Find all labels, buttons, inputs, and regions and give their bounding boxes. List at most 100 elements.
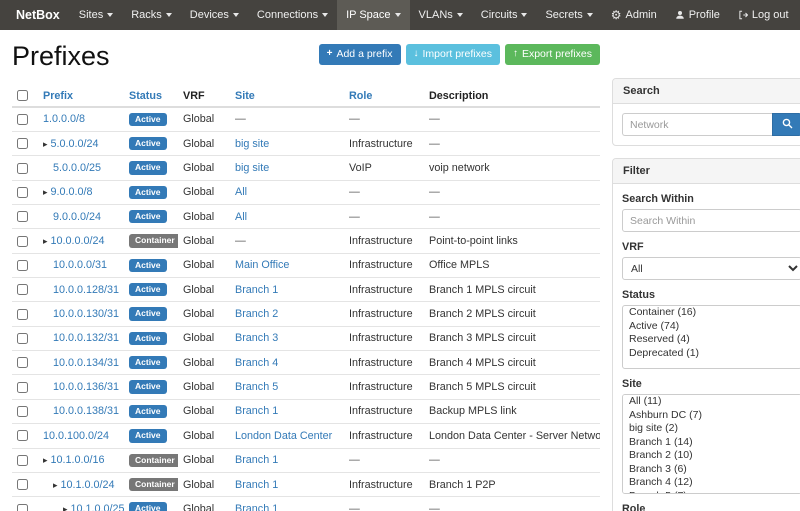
prefix-link[interactable]: 5.0.0.0/25 [53, 162, 101, 174]
search-input[interactable] [622, 113, 772, 136]
row-checkbox[interactable] [17, 211, 28, 222]
nav-item-vlans[interactable]: VLANs [410, 0, 472, 30]
row-checkbox[interactable] [17, 284, 28, 295]
prefix-link[interactable]: 10.0.0.134/31 [53, 357, 119, 369]
vrf-select[interactable]: All [622, 257, 800, 280]
site-filter-list[interactable]: All (11)Ashburn DC (7)big site (2)Branch… [622, 394, 800, 494]
row-checkbox[interactable] [17, 479, 28, 490]
nav-item-label: Connections [257, 0, 318, 30]
add-a-prefix-button[interactable]: +Add a prefix [319, 44, 401, 65]
filter-option[interactable]: Branch 4 (12) [623, 476, 800, 490]
nav-item-ip-space[interactable]: IP Space [337, 0, 409, 30]
column-header-status[interactable]: Status [124, 86, 178, 107]
prefix-link[interactable]: 10.0.0.130/31 [53, 308, 119, 320]
prefix-link[interactable]: 10.1.0.0/16 [51, 454, 105, 466]
search-within-input[interactable] [622, 209, 800, 232]
prefix-link[interactable]: 10.0.0.136/31 [53, 381, 119, 393]
table-row: 1.0.0.0/8ActiveGlobal——— [12, 107, 600, 132]
site-link[interactable]: Main Office [235, 259, 289, 271]
filter-option[interactable]: Active (74) [623, 320, 800, 334]
site-link[interactable]: Branch 1 [235, 479, 278, 491]
expand-caret-icon: ▸ [43, 236, 48, 246]
site-link[interactable]: Branch 2 [235, 308, 278, 320]
column-header-role[interactable]: Role [344, 86, 424, 107]
filter-option[interactable]: Branch 5 (7) [623, 490, 800, 495]
row-checkbox[interactable] [17, 333, 28, 344]
prefix-link[interactable]: 10.0.0.132/31 [53, 332, 119, 344]
site-link[interactable]: Branch 1 [235, 454, 278, 466]
row-checkbox[interactable] [17, 382, 28, 393]
site-link[interactable]: London Data Center [235, 430, 332, 442]
prefix-link[interactable]: 10.0.0.0/24 [51, 235, 105, 247]
column-header-site[interactable]: Site [230, 86, 344, 107]
row-checkbox[interactable] [17, 260, 28, 271]
site-link[interactable]: Branch 4 [235, 357, 278, 369]
filter-option[interactable]: Deprecated (1) [623, 347, 800, 361]
status-badge: Container [129, 234, 178, 247]
nav-item-secrets[interactable]: Secrets [536, 0, 601, 30]
site-link[interactable]: Branch 5 [235, 381, 278, 393]
column-header-prefix[interactable]: Prefix [38, 86, 124, 107]
row-checkbox[interactable] [17, 163, 28, 174]
chevron-down-icon [233, 13, 239, 17]
site-link[interactable]: big site [235, 138, 269, 150]
filter-option[interactable]: Branch 1 (14) [623, 436, 800, 450]
prefix-link[interactable]: 10.0.100.0/24 [43, 430, 109, 442]
row-checkbox[interactable] [17, 138, 28, 149]
nav-admin[interactable]: ⚙Admin [602, 0, 666, 30]
row-checkbox[interactable] [17, 357, 28, 368]
row-checkbox[interactable] [17, 406, 28, 417]
row-checkbox[interactable] [17, 187, 28, 198]
row-checkbox[interactable] [17, 504, 28, 511]
select-all-checkbox[interactable] [17, 90, 28, 101]
prefix-link[interactable]: 10.1.0.0/24 [61, 479, 115, 491]
top-navbar: NetBox SitesRacks Devices Connections IP Sp… [0, 0, 800, 30]
brand-link[interactable]: NetBox [6, 0, 70, 30]
site-link[interactable]: Branch 1 [235, 503, 278, 511]
filter-option[interactable]: Ashburn DC (7) [623, 409, 800, 423]
site-link[interactable]: All [235, 211, 247, 223]
nav-profile[interactable]: Profile [666, 0, 729, 30]
prefix-link[interactable]: 9.0.0.0/8 [51, 186, 93, 198]
filter-option[interactable]: All (11) [623, 395, 800, 409]
site-link[interactable]: Branch 1 [235, 405, 278, 417]
row-checkbox[interactable] [17, 309, 28, 320]
site-link[interactable]: big site [235, 162, 269, 174]
site-link[interactable]: All [235, 186, 247, 198]
prefix-link[interactable]: 10.0.0.0/31 [53, 259, 107, 271]
nav-item-label: Devices [190, 0, 229, 30]
site-link[interactable]: Branch 3 [235, 332, 278, 344]
nav-item-racks[interactable]: Racks [122, 0, 181, 30]
nav-item-sites[interactable]: Sites [70, 0, 122, 30]
row-checkbox[interactable] [17, 236, 28, 247]
filter-option[interactable]: Branch 3 (6) [623, 463, 800, 477]
status-badge: Active [129, 137, 167, 150]
prefix-link[interactable]: 9.0.0.0/24 [53, 211, 101, 223]
export-prefixes-button[interactable]: ↑Export prefixes [505, 44, 600, 65]
prefix-link[interactable]: 10.0.0.138/31 [53, 405, 119, 417]
search-button[interactable] [772, 113, 800, 136]
prefix-link[interactable]: 10.1.0.0/25 [71, 503, 124, 511]
filter-option[interactable]: Container (16) [623, 306, 800, 320]
status-badge: Active [129, 210, 167, 223]
filter-option[interactable]: Reserved (4) [623, 333, 800, 347]
prefix-link[interactable]: 1.0.0.0/8 [43, 113, 85, 125]
filter-option[interactable]: Branch 2 (10) [623, 449, 800, 463]
nav-item-devices[interactable]: Devices [181, 0, 248, 30]
filter-option[interactable]: big site (2) [623, 422, 800, 436]
prefix-table-body: 1.0.0.0/8ActiveGlobal——— ▸ 5.0.0.0/24 Activ… [12, 107, 600, 511]
row-checkbox[interactable] [17, 455, 28, 466]
row-checkbox[interactable] [17, 114, 28, 125]
nav-item-connections[interactable]: Connections [248, 0, 337, 30]
role-value: Infrastructure [349, 138, 413, 150]
site-link[interactable]: Branch 1 [235, 284, 278, 296]
prefix-link[interactable]: 5.0.0.0/24 [51, 138, 99, 150]
button-label: Add a prefix [336, 48, 392, 61]
nav-log-out[interactable]: Log out [729, 0, 798, 30]
nav-item-circuits[interactable]: Circuits [472, 0, 537, 30]
prefix-link[interactable]: 10.0.0.128/31 [53, 284, 119, 296]
import-prefixes-button[interactable]: ↓Import prefixes [406, 44, 500, 65]
row-checkbox[interactable] [17, 430, 28, 441]
status-filter-list[interactable]: Container (16)Active (74)Reserved (4)Dep… [622, 305, 800, 369]
status-badge: Active [129, 356, 167, 369]
